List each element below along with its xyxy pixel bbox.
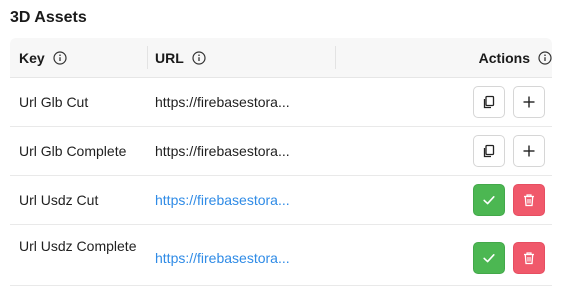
row-url: https://firebasestora...	[155, 143, 290, 159]
row-key: Url Glb Cut	[19, 94, 89, 110]
row-url-link[interactable]: https://firebasestora...	[155, 225, 290, 285]
row-actions	[473, 225, 545, 285]
trash-icon	[522, 251, 536, 265]
column-header-actions-label: Actions	[478, 49, 530, 66]
row-actions	[473, 78, 545, 126]
table-row: Url Glb Complete https://firebasestora..…	[10, 127, 552, 176]
delete-button[interactable]	[513, 184, 545, 216]
confirm-button[interactable]	[473, 242, 505, 274]
check-icon	[482, 251, 496, 265]
table-row: Url Usdz Cut https://firebasestora...	[10, 176, 552, 225]
column-header-key-label: Key	[19, 49, 45, 66]
row-key: Url Usdz Cut	[19, 192, 99, 208]
column-header-url-label: URL	[155, 49, 184, 66]
column-divider	[335, 46, 336, 69]
column-header-url: URL	[155, 38, 206, 77]
row-url-link[interactable]: https://firebasestora...	[155, 176, 290, 224]
row-key: Url Usdz Complete	[19, 238, 137, 254]
plus-icon	[522, 144, 536, 158]
table-row: Url Usdz Complete https://firebasestora.…	[10, 225, 552, 286]
copy-icon	[482, 95, 496, 109]
column-header-key: Key	[19, 38, 67, 77]
row-actions	[473, 127, 545, 175]
delete-button[interactable]	[513, 242, 545, 274]
column-header-actions: Actions	[479, 38, 552, 77]
trash-icon	[522, 193, 536, 207]
info-circle-icon[interactable]	[538, 50, 552, 65]
table-header: Key URL Actions	[10, 38, 552, 78]
assets-table: Key URL Actions Url Glb Cut https://fire…	[10, 38, 552, 286]
table-row: Url Glb Cut https://firebasestora...	[10, 78, 552, 127]
copy-icon	[482, 144, 496, 158]
row-key: Url Glb Complete	[19, 143, 127, 159]
copy-button[interactable]	[473, 135, 505, 167]
column-divider	[147, 46, 148, 69]
info-circle-icon[interactable]	[192, 50, 206, 65]
add-button[interactable]	[513, 86, 545, 118]
copy-button[interactable]	[473, 86, 505, 118]
section-title: 3D Assets	[10, 9, 87, 26]
plus-icon	[522, 95, 536, 109]
confirm-button[interactable]	[473, 184, 505, 216]
check-icon	[482, 193, 496, 207]
add-button[interactable]	[513, 135, 545, 167]
row-actions	[473, 176, 545, 224]
row-url: https://firebasestora...	[155, 94, 290, 110]
info-circle-icon[interactable]	[53, 50, 67, 65]
